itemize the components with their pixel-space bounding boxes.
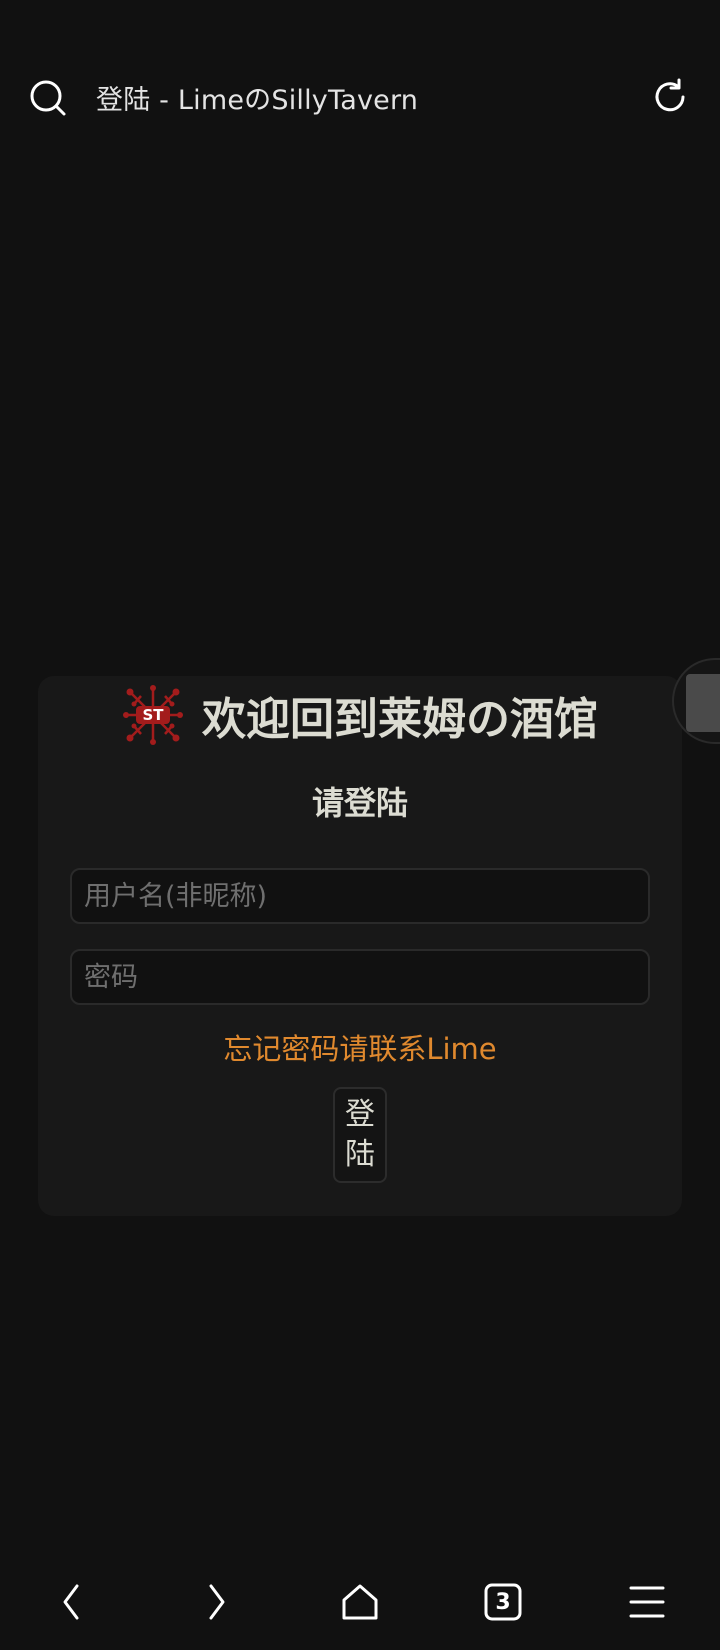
- tabs-button[interactable]: 3: [481, 1580, 525, 1624]
- loading-spinner-icon: [686, 674, 720, 732]
- browser-address-bar[interactable]: 登陆 - LimeのSillyTavern: [0, 60, 720, 132]
- username-input[interactable]: [70, 868, 650, 924]
- login-card: ST 欢迎回到莱姆の酒馆 请登陆 忘记密码请联系Lime 登陆: [38, 676, 682, 1216]
- login-heading: 请登陆: [311, 784, 408, 822]
- back-icon[interactable]: [50, 1580, 94, 1624]
- reload-icon[interactable]: [650, 77, 690, 117]
- sillytavern-logo: ST: [123, 685, 183, 745]
- browser-bottom-nav: 3: [0, 1560, 720, 1650]
- tabs-count: 3: [495, 1589, 511, 1615]
- password-input[interactable]: [70, 949, 650, 1005]
- login-button[interactable]: 登陆: [333, 1087, 387, 1183]
- menu-icon[interactable]: [625, 1580, 669, 1624]
- page-title[interactable]: 登陆 - LimeのSillyTavern: [96, 78, 418, 117]
- forgot-password-text: 忘记密码请联系Lime: [223, 1032, 497, 1066]
- logo-text: ST: [142, 706, 164, 724]
- forward-icon[interactable]: [194, 1580, 238, 1624]
- search-icon[interactable]: [28, 78, 68, 118]
- brand-title: 欢迎回到莱姆の酒馆: [202, 694, 598, 745]
- home-icon[interactable]: [338, 1580, 382, 1624]
- brand-header: ST 欢迎回到莱姆の酒馆: [38, 684, 682, 746]
